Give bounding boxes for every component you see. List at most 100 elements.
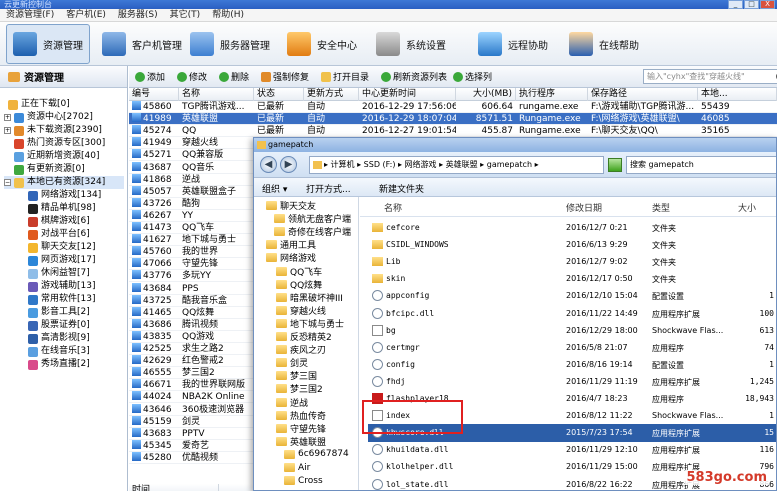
tree-item-stocks[interactable]: 股票证券[0] (28, 319, 90, 332)
toolbar-resource-button[interactable]: 资源管理 (6, 24, 90, 64)
menu-other[interactable]: 其它(T) (164, 9, 207, 21)
toolbar-server-button[interactable]: 服务器管理 (190, 24, 270, 64)
minimize-button[interactable]: _ (728, 0, 743, 9)
nav-item[interactable]: 穿越火线 (276, 304, 326, 317)
edit-button[interactable]: 修改 (177, 70, 207, 83)
toolbar-help-button[interactable]: 在线帮助 (569, 24, 639, 64)
menu-server[interactable]: 服务器(S) (112, 9, 164, 21)
file-row[interactable]: cefcore 2016/12/7 0:21 文件夹 (368, 219, 776, 237)
file-row[interactable]: appconfig 2016/12/10 15:04 配置设置 1 (368, 287, 776, 305)
nav-item[interactable]: 奇修在线客户端 (274, 225, 351, 238)
col-type[interactable]: 类型 (652, 201, 670, 214)
tree-item-chat[interactable]: 聊天交友[12] (28, 241, 95, 254)
nav-item[interactable]: QQ飞车 (276, 265, 322, 278)
toolbar-security-button[interactable]: 安全中心 (287, 24, 357, 64)
nav-item[interactable]: Air (284, 461, 310, 474)
file-row[interactable]: CSIDL_WINDOWS 2016/6/13 9:29 文件夹 (368, 236, 776, 254)
nav-item[interactable]: 6c6967874 (284, 448, 349, 461)
tree-item-single-player[interactable]: 精品单机[98] (28, 202, 95, 215)
tree-item-local[interactable]: − 本地已有资源[324] (4, 176, 124, 189)
file-row[interactable]: bfcipc.dll 2016/11/22 14:49 应用程序扩展 100 (368, 305, 776, 323)
file-row[interactable]: certmgr 2016/5/8 21:07 应用程序 74 (368, 339, 776, 357)
delete-button[interactable]: 删除 (219, 70, 249, 83)
toolbar-remote-button[interactable]: 远程协助 (478, 24, 548, 64)
col-center-time[interactable]: 中心更新时间 (359, 88, 456, 101)
nav-item[interactable]: QQ炫舞 (276, 278, 322, 291)
nav-item[interactable]: Cross (284, 474, 323, 487)
expand-icon[interactable]: + (4, 114, 11, 121)
resource-search-input[interactable]: 输入"cyhx"查找"穿越火线" (643, 69, 777, 84)
tree-item-common-software[interactable]: 常用软件[13] (28, 293, 95, 306)
tree-item-online-games[interactable]: 网络游戏[134] (28, 189, 101, 202)
tree-item-online-music[interactable]: 在线音乐[3] (28, 345, 90, 358)
col-size[interactable]: 大小(MB) (456, 88, 516, 101)
file-row[interactable]: bg 2016/12/29 18:00 Shockwave Flas... 613 (368, 322, 776, 340)
col-status[interactable]: 状态 (254, 88, 304, 101)
footer-col-time[interactable]: 时间 (129, 484, 219, 491)
nav-item[interactable]: 地下城与勇士 (276, 317, 344, 330)
nav-item[interactable]: 热血传奇 (276, 409, 326, 422)
col-exe[interactable]: 执行程序 (516, 88, 588, 101)
file-row[interactable]: khuildata.dll 2016/11/29 12:10 应用程序扩展 116 (368, 441, 776, 459)
file-row[interactable]: Lib 2016/12/7 9:02 文件夹 (368, 253, 776, 271)
menu-help[interactable]: 帮助(H) (206, 9, 250, 21)
collapse-icon[interactable]: − (4, 179, 11, 186)
tree-item-live-show[interactable]: 秀场直播[2] (28, 358, 90, 371)
nav-item[interactable]: 梦三国 (276, 369, 317, 382)
col-id[interactable]: 编号 (129, 88, 179, 101)
expand-icon[interactable]: + (4, 127, 11, 134)
tree-item-hot[interactable]: 热门资源专区[300] (14, 137, 105, 150)
nav-item[interactable]: 领航无盘客户端 (274, 212, 351, 225)
nav-item[interactable]: 剑灵 (276, 356, 308, 369)
add-button[interactable]: 添加 (135, 70, 165, 83)
file-row[interactable]: config 2016/8/16 19:14 配置设置 1 (368, 356, 776, 374)
tree-item-battle-platform[interactable]: 对战平台[6] (28, 228, 90, 241)
address-field[interactable]: ▸ 计算机 ▸ SSD (F:) ▸ 网络游戏 ▸ 英雄联盟 ▸ gamepat… (309, 156, 604, 174)
file-row[interactable]: fhdj 2016/11/29 11:19 应用程序扩展 1,245 (368, 373, 776, 391)
col-update-mode[interactable]: 更新方式 (304, 88, 359, 101)
maximize-button[interactable]: □ (744, 0, 759, 9)
nav-item[interactable]: 逆战 (276, 396, 308, 409)
tree-item-hd-video[interactable]: 高清影视[9] (28, 332, 90, 345)
choose-columns-button[interactable]: 选择列 (453, 70, 492, 83)
back-button[interactable]: ◀ (260, 156, 277, 173)
tree-item-downloading[interactable]: 正在下载[0] (8, 98, 70, 111)
col-local[interactable]: 本地... (698, 88, 777, 101)
menu-resource[interactable]: 资源管理(F) (0, 9, 60, 21)
nav-item[interactable]: 梦三国2 (276, 382, 323, 395)
nav-item[interactable]: 聊天交友 (266, 199, 316, 212)
open-with-button[interactable]: 打开方式... (306, 182, 351, 195)
tree-item-board-games[interactable]: 棋牌游戏[6] (28, 215, 90, 228)
table-row[interactable]: 41989 英雄联盟 已最新 自动 2016-12-29 18:07:04 8571.51… (129, 113, 777, 126)
refresh-icon[interactable] (608, 158, 622, 172)
tree-item-web-games[interactable]: 网页游戏[17] (28, 254, 95, 267)
col-name[interactable]: 名称 (179, 88, 254, 101)
nav-item[interactable]: 疾风之刃 (276, 343, 326, 356)
nav-item[interactable]: 反恐精英2 (276, 330, 332, 343)
open-directory-button[interactable]: 打开目录 (321, 70, 369, 83)
nav-item[interactable]: 通用工具 (266, 238, 316, 251)
tree-item-resource-center[interactable]: + 资源中心[2702] (4, 111, 93, 124)
tree-item-not-downloaded[interactable]: + 未下载资源[2390] (4, 124, 102, 137)
col-file-size[interactable]: 大小 (738, 201, 756, 214)
organize-button[interactable]: 组织 ▾ (262, 182, 287, 195)
tree-item-recent[interactable]: 近期新增资源[40] (14, 150, 99, 163)
table-row[interactable]: 45274 QQ 已最新 自动 2016-12-27 19:01:54 455.87 Run… (129, 125, 777, 138)
col-modified[interactable]: 修改日期 (566, 201, 602, 214)
file-row[interactable]: skin 2016/12/17 0:50 文件夹 (368, 270, 776, 288)
toolbar-settings-button[interactable]: 系统设置 (376, 24, 446, 64)
refresh-list-button[interactable]: 刷新资源列表 (381, 70, 447, 83)
tree-item-updated[interactable]: 有更新资源[0] (14, 163, 85, 176)
forward-button[interactable]: ▶ (280, 156, 297, 173)
tree-item-media-tools[interactable]: 影音工具[2] (28, 306, 90, 319)
new-folder-button[interactable]: 新建文件夹 (379, 182, 424, 195)
col-file-name[interactable]: 名称 (384, 201, 402, 214)
nav-item[interactable]: 守望先锋 (276, 422, 326, 435)
explorer-search-input[interactable]: 搜索 gamepatch (626, 156, 776, 174)
force-repair-button[interactable]: 强制修复 (261, 70, 309, 83)
col-path[interactable]: 保存路径 (588, 88, 698, 101)
nav-item[interactable]: 网络游戏 (266, 251, 316, 264)
tree-item-casual[interactable]: 休闲益智[7] (28, 267, 90, 280)
toolbar-client-button[interactable]: 客户机管理 (102, 24, 182, 64)
tree-item-game-assist[interactable]: 游戏辅助[13] (28, 280, 95, 293)
